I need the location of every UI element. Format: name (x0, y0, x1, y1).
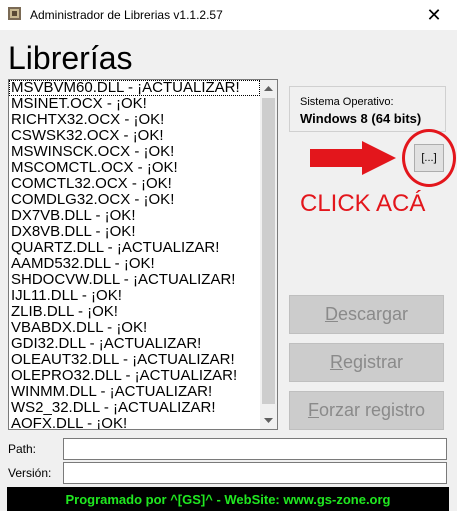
title-bar: Administrador de Librerias v1.1.2.57 ✕ (0, 0, 457, 30)
close-icon: ✕ (426, 4, 442, 25)
library-list-item[interactable]: COMDLG32.OCX - ¡OK! (9, 192, 260, 208)
register-button[interactable]: Registrar (289, 343, 444, 382)
red-arrow-annotation (310, 141, 396, 175)
os-label: Sistema Operativo: (300, 96, 394, 108)
register-button-mnemonic: R (329, 352, 343, 372)
library-list-item[interactable]: IJL11.DLL - ¡OK! (9, 288, 260, 304)
app-icon (8, 7, 21, 20)
download-button[interactable]: Descargar (289, 295, 444, 334)
library-list-item[interactable]: MSVBVM60.DLL - ¡ACTUALIZAR! (9, 80, 260, 96)
click-here-annotation: CLICK ACÁ (300, 190, 426, 217)
force-register-button-label: orzar registro (318, 400, 426, 420)
scroll-up-button[interactable] (260, 80, 277, 97)
library-list-item[interactable]: ZLIB.DLL - ¡OK! (9, 304, 260, 320)
scroll-down-button[interactable] (260, 412, 277, 429)
library-list-item[interactable]: MSINET.OCX - ¡OK! (9, 96, 260, 112)
version-input[interactable] (63, 462, 447, 484)
register-button-label: egistrar (342, 352, 404, 372)
library-list[interactable]: MSVBVM60.DLL - ¡ACTUALIZAR! MSINET.OCX - … (8, 79, 278, 430)
os-value: Windows 8 (64 bits) (300, 111, 422, 126)
window-title: Administrador de Librerias v1.1.2.57 (30, 8, 223, 22)
library-list-item[interactable]: OLEAUT32.DLL - ¡ACTUALIZAR! (9, 352, 260, 368)
library-list-item[interactable]: CSWSK32.OCX - ¡OK! (9, 128, 260, 144)
library-list-item[interactable]: DX8VB.DLL - ¡OK! (9, 224, 260, 240)
library-list-item[interactable]: GDI32.DLL - ¡ACTUALIZAR! (9, 336, 260, 352)
library-list-item[interactable]: RICHTX32.OCX - ¡OK! (9, 112, 260, 128)
library-list-item[interactable]: DX7VB.DLL - ¡OK! (9, 208, 260, 224)
library-list-item[interactable]: MSCOMCTL.OCX - ¡OK! (9, 160, 260, 176)
library-list-item[interactable]: VBABDX.DLL - ¡OK! (9, 320, 260, 336)
library-list-item[interactable]: SHDOCVW.DLL - ¡ACTUALIZAR! (9, 272, 260, 288)
footer-banner: Programado por ^[GS]^ - WebSite: www.gs-… (7, 487, 449, 511)
arrow-down-icon (264, 418, 273, 423)
download-button-mnemonic: D (324, 304, 338, 324)
library-list-item[interactable]: AAMD532.DLL - ¡OK! (9, 256, 260, 272)
library-list-item[interactable]: WS2_32.DLL - ¡ACTUALIZAR! (9, 400, 260, 416)
page-title: Librerías (8, 40, 133, 76)
highlight-circle-annotation (402, 129, 456, 187)
close-button[interactable]: ✕ (411, 0, 457, 30)
download-button-label: escargar (337, 304, 409, 324)
path-input[interactable] (63, 438, 447, 460)
library-list-item[interactable]: OLEPRO32.DLL - ¡ACTUALIZAR! (9, 368, 260, 384)
library-list-item[interactable]: QUARTZ.DLL - ¡ACTUALIZAR! (9, 240, 260, 256)
library-list-item[interactable]: AOFX.DLL - ¡OK! (9, 416, 260, 430)
library-list-items: MSVBVM60.DLL - ¡ACTUALIZAR! MSINET.OCX - … (9, 80, 260, 430)
list-scrollbar[interactable] (260, 80, 277, 429)
path-label: Path: (8, 442, 37, 456)
arrow-up-icon (264, 86, 273, 91)
library-list-item[interactable]: WINMM.DLL - ¡ACTUALIZAR! (9, 384, 260, 400)
os-info-panel: Sistema Operativo: Windows 8 (64 bits) (289, 86, 446, 132)
scroll-thumb[interactable] (262, 98, 275, 404)
version-label: Versión: (8, 466, 52, 480)
library-list-item[interactable]: MSWINSCK.OCX - ¡OK! (9, 144, 260, 160)
library-list-item[interactable]: COMCTL32.OCX - ¡OK! (9, 176, 260, 192)
force-register-button[interactable]: Forzar registro (289, 391, 444, 430)
force-register-button-mnemonic: F (307, 400, 319, 420)
